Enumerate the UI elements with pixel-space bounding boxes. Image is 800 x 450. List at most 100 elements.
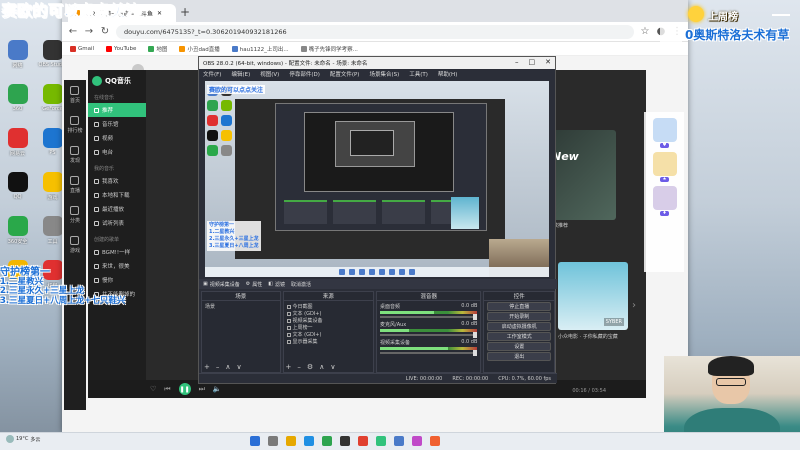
qq-playlist-card[interactable]: SYBER <box>558 262 628 330</box>
qq-my-item[interactable]: 我喜欢 <box>88 174 146 188</box>
app-icon[interactable] <box>394 436 404 446</box>
qq-nav-item[interactable]: 电台 <box>88 145 146 159</box>
obs-control-button[interactable]: 工作室模式 <box>487 332 551 341</box>
wechat-icon[interactable] <box>322 436 332 446</box>
obs-control-button[interactable]: 退出 <box>487 352 551 361</box>
obs-menu-item[interactable]: 工具(T) <box>409 70 428 78</box>
visibility-icon[interactable] <box>286 339 291 344</box>
filters-button[interactable]: ◧ 滤镜 <box>268 281 285 288</box>
windows-start-icon[interactable] <box>250 436 260 446</box>
reload-icon[interactable]: ↻ <box>100 26 110 37</box>
qq-nav-item[interactable]: 音乐馆 <box>88 117 146 131</box>
source-item[interactable]: 显示器采集 <box>286 338 370 345</box>
bookmark-item[interactable]: Gmail <box>70 45 94 52</box>
deactivate-button[interactable]: 取消激活 <box>291 281 311 288</box>
forward-icon[interactable]: → <box>84 26 94 37</box>
file-explorer-icon[interactable] <box>286 436 296 446</box>
minimize-icon[interactable]: – <box>515 58 519 66</box>
qq-my-item[interactable]: 试听列表 <box>88 216 146 230</box>
qq-playlist-item[interactable]: BGM!!一样 <box>88 245 146 259</box>
obs-control-button[interactable]: 设置 <box>487 342 551 351</box>
new-tab-icon[interactable]: + <box>180 5 190 19</box>
visibility-icon[interactable] <box>286 304 291 309</box>
douyu-nav-item[interactable]: 发现 <box>70 146 80 164</box>
visibility-icon[interactable] <box>286 332 291 337</box>
move-down-icon[interactable]: ∨ <box>330 363 335 371</box>
edge-icon[interactable] <box>304 436 314 446</box>
mixer-volume-slider[interactable] <box>380 314 478 320</box>
add-icon[interactable]: + <box>286 363 292 371</box>
obs-menu-item[interactable]: 帮助(H) <box>438 70 457 78</box>
obs-menu-item[interactable]: 配置文件(P) <box>330 70 360 78</box>
obs-menu-item[interactable]: 停靠部件(D) <box>289 70 320 78</box>
obs-menu-item[interactable]: 视图(V) <box>260 70 279 78</box>
search-icon[interactable] <box>268 436 278 446</box>
source-item[interactable]: 视频采集设备 <box>286 317 370 324</box>
play-pause-button[interactable]: ❚❚ <box>178 383 191 395</box>
weather-widget[interactable]: 19°C 多云 <box>6 435 40 443</box>
source-item[interactable]: 今日截图 <box>286 303 370 310</box>
remove-icon[interactable]: – <box>297 363 301 371</box>
obs-menu-item[interactable]: 文件(F) <box>203 70 221 78</box>
obs-control-button[interactable]: 开始录制 <box>487 312 551 321</box>
source-item[interactable]: 上周榜一 <box>286 324 370 331</box>
app-icon[interactable] <box>430 436 440 446</box>
qq-nav-item[interactable]: 推荐 <box>88 103 146 117</box>
douyu-nav-item[interactable]: 首页 <box>70 86 80 104</box>
gift-item[interactable]: ★ <box>651 152 679 182</box>
move-up-icon[interactable]: ∧ <box>225 363 230 371</box>
douyu-nav-item[interactable]: 游戏 <box>70 236 80 254</box>
desktop-icon[interactable]: 360安全 <box>0 216 35 254</box>
move-down-icon[interactable]: ∨ <box>237 363 242 371</box>
maximize-icon[interactable]: □ <box>529 58 536 66</box>
obs-control-button[interactable]: 停止直播 <box>487 302 551 311</box>
scene-item[interactable]: 场景 <box>205 303 277 310</box>
qq-nav-item[interactable]: 视频 <box>88 131 146 145</box>
url-field[interactable]: douyu.com/6475135?_t=0.30620194093218126… <box>116 24 634 39</box>
move-up-icon[interactable]: ∧ <box>319 363 324 371</box>
douyu-nav-item[interactable]: 排行榜 <box>67 116 83 134</box>
bookmark-item[interactable]: 地图 <box>148 45 167 53</box>
desktop-icon[interactable]: 网络 <box>0 40 35 78</box>
obs-menu-item[interactable]: 编辑(E) <box>231 70 250 78</box>
tab-close-icon[interactable]: ✕ <box>157 10 162 17</box>
obs-control-button[interactable]: 启动虚拟摄像机 <box>487 322 551 331</box>
bookmark-item[interactable]: 小丑dad直播 <box>179 45 220 53</box>
qq-new-songs-card[interactable]: New <box>546 130 616 220</box>
obs-menu-item[interactable]: 场景集合(S) <box>369 70 399 78</box>
qq-my-item[interactable]: 本地和下载 <box>88 188 146 202</box>
gift-item[interactable]: ♥ <box>651 118 679 148</box>
visibility-icon[interactable] <box>286 325 291 330</box>
obs-taskbar-icon[interactable] <box>340 436 350 446</box>
volume-icon[interactable]: 🔈 <box>213 385 222 393</box>
add-icon[interactable]: + <box>204 363 210 371</box>
slider-thumb[interactable] <box>473 332 478 338</box>
prev-icon[interactable]: ⏮ <box>164 385 170 394</box>
slider-thumb[interactable] <box>473 314 478 320</box>
douyu-nav-item[interactable]: 直播 <box>70 176 80 194</box>
mixer-volume-slider[interactable] <box>380 350 478 356</box>
back-icon[interactable]: ← <box>68 26 78 37</box>
visibility-icon[interactable] <box>286 318 291 323</box>
obs-preview[interactable]: 赛欧的可以点点关注 守护榜第一 1.二星教兴 2.三星永久+三星上龙 3.三星夏日+八… <box>205 81 549 277</box>
bookmark-item[interactable]: YouTube <box>106 45 136 52</box>
desktop-icon[interactable]: 360 <box>0 84 35 122</box>
bookmark-item[interactable]: hau1122_上司出... <box>231 45 289 53</box>
bookmark-item[interactable]: 嘴子先锋同学考察... <box>300 45 358 53</box>
chevron-right-icon[interactable]: › <box>632 300 636 311</box>
douyu-nav-item[interactable]: 分类 <box>70 206 80 224</box>
remove-icon[interactable]: – <box>216 363 220 371</box>
qq-my-item[interactable]: 最近播放 <box>88 202 146 216</box>
visibility-icon[interactable] <box>286 311 291 316</box>
close-icon[interactable]: ✕ <box>545 58 551 66</box>
next-icon[interactable]: ⏭ <box>199 385 205 394</box>
desktop-icon[interactable]: 网易云 <box>0 128 35 166</box>
star-icon[interactable]: ☆ <box>640 26 650 37</box>
source-item[interactable]: 文本 (GDI+) <box>286 331 370 338</box>
like-icon[interactable]: ♡ <box>150 385 156 393</box>
chrome-icon[interactable] <box>358 436 368 446</box>
app-icon[interactable] <box>412 436 422 446</box>
slider-thumb[interactable] <box>473 350 478 356</box>
source-item[interactable]: 文本 (GDI+) <box>286 310 370 317</box>
qq-music-taskbar-icon[interactable] <box>376 436 386 446</box>
